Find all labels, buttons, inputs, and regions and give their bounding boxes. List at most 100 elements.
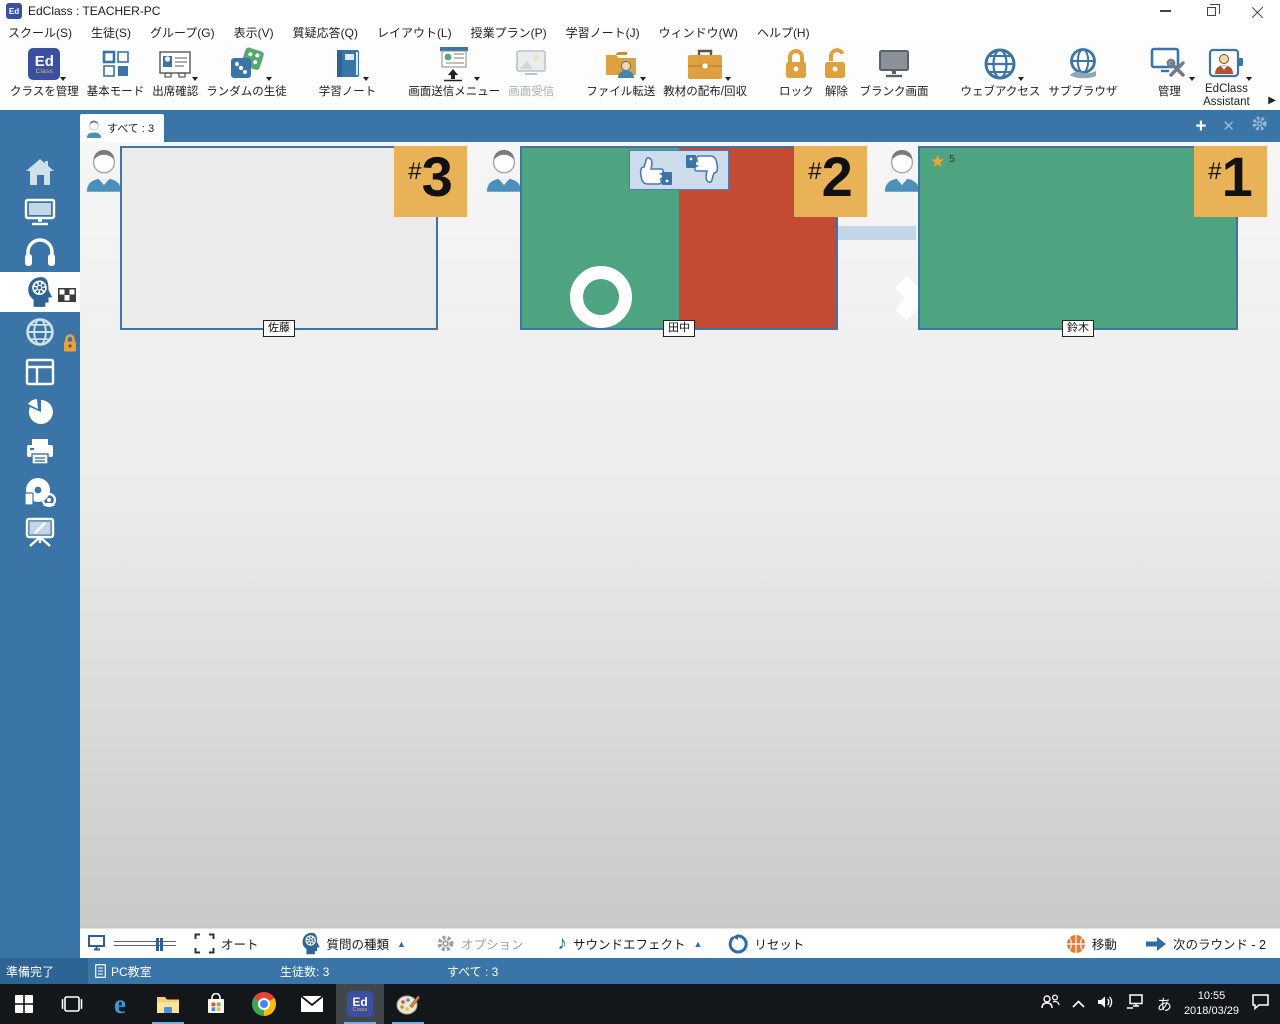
rank-badge: #1 <box>1194 146 1267 217</box>
clock-date: 2018/03/29 <box>1184 1004 1239 1019</box>
question-type-icon <box>301 932 321 955</box>
reset-button[interactable]: リセット <box>728 934 804 954</box>
sound-effects-button[interactable]: ♪ サウンドエフェクト ▲ <box>557 934 702 953</box>
thumbs-up-icon[interactable] <box>636 153 676 187</box>
title-bar: Ed EdClass : TEACHER-PC <box>0 0 1280 22</box>
volume-icon[interactable] <box>1097 995 1114 1014</box>
store-button[interactable] <box>192 984 240 1024</box>
sidebar-item-multimedia[interactable] <box>0 472 80 512</box>
sidebar-item-print[interactable] <box>0 432 80 472</box>
sidebar-item-audio[interactable] <box>0 232 80 272</box>
journal-book-icon <box>333 48 363 80</box>
store-icon <box>206 993 226 1015</box>
status-student-count: 生徒数: 3 <box>280 958 329 984</box>
ime-indicator[interactable]: あ <box>1157 994 1172 1015</box>
random-student-button[interactable]: ランダムの生徒 <box>202 45 291 99</box>
taskbar-clock[interactable]: 10:55 2018/03/29 <box>1184 989 1239 1019</box>
tray-expand-icon[interactable] <box>1072 995 1085 1013</box>
thumbnail-size-slider[interactable] <box>88 935 176 952</box>
sidebar-item-whiteboard[interactable] <box>0 512 80 552</box>
minimize-icon <box>1160 10 1171 12</box>
sub-browser-button[interactable]: サブブラウザ <box>1044 45 1121 99</box>
journal-button[interactable]: 学習ノート <box>315 45 381 99</box>
chrome-button[interactable] <box>240 984 288 1024</box>
network-icon[interactable] <box>1126 994 1145 1014</box>
dropdown-arrow-icon <box>640 77 646 81</box>
screen-send-menu-button[interactable]: 画面送信メニュー <box>404 45 504 99</box>
monitor-icon <box>24 198 56 226</box>
assistant-icon <box>1206 48 1246 80</box>
action-center-icon[interactable] <box>1251 993 1270 1015</box>
start-button[interactable] <box>0 984 48 1024</box>
file-explorer-button[interactable] <box>144 984 192 1024</box>
minimize-button[interactable] <box>1142 0 1188 22</box>
people-icon[interactable] <box>1041 994 1060 1014</box>
sidebar-item-question-response[interactable] <box>0 272 80 312</box>
file-transfer-button[interactable]: ファイル転送 <box>582 45 659 99</box>
menu-window[interactable]: ウィンドウ(W) <box>659 24 738 41</box>
paint-button[interactable] <box>384 984 432 1024</box>
star-icon: ★ <box>930 153 945 170</box>
toolbar-overflow-icon[interactable]: ▶ <box>1268 95 1276 106</box>
basic-mode-button[interactable]: 基本モード <box>83 45 149 99</box>
menu-layout[interactable]: レイアウト(L) <box>377 24 452 41</box>
blank-screen-button[interactable]: ブランク画面 <box>855 45 932 99</box>
student-thumbnails-area: #3 佐藤 <box>80 142 1280 928</box>
task-view-icon <box>61 996 83 1012</box>
edge-button[interactable]: e <box>96 984 144 1024</box>
tab-label: すべて : 3 <box>107 120 154 136</box>
options-gear-icon <box>436 934 455 953</box>
close-button[interactable] <box>1234 0 1280 22</box>
status-room: PC教室 <box>95 958 152 984</box>
restore-button[interactable] <box>1188 0 1234 22</box>
student-thumbnail-suzuki[interactable]: ★ 5 #1 鈴木 <box>918 146 1238 330</box>
sidebar-item-home[interactable] <box>0 152 80 192</box>
sidebar-item-survey[interactable] <box>0 392 80 432</box>
windows-taskbar: e <box>0 984 1280 1024</box>
task-view-button[interactable] <box>48 984 96 1024</box>
next-round-button[interactable]: 次のラウンド - 2 <box>1145 934 1266 953</box>
checkered-flag-badge <box>58 288 76 307</box>
attendance-button[interactable]: 出席確認 <box>148 45 202 99</box>
distribute-collect-button[interactable]: 教材の配布/回収 <box>659 45 751 99</box>
manage-class-button[interactable]: EdClass クラスを管理 <box>6 45 83 99</box>
sidebar-item-layout[interactable] <box>0 352 80 392</box>
add-tab-button[interactable]: + <box>1195 117 1206 136</box>
close-tab-button[interactable]: ✕ <box>1222 119 1235 134</box>
rank-badge: #2 <box>794 146 867 217</box>
menu-school[interactable]: スクール(S) <box>8 24 72 41</box>
menu-student[interactable]: 生徒(S) <box>91 24 131 41</box>
menu-group[interactable]: グループ(G) <box>150 24 215 41</box>
layout-window-icon <box>25 358 55 386</box>
tab-settings-button[interactable] <box>1251 115 1268 137</box>
thumbs-down-icon[interactable] <box>682 153 722 187</box>
sidebar-item-monitor[interactable] <box>0 192 80 232</box>
sidebar-item-web-control[interactable] <box>0 312 80 352</box>
menu-help[interactable]: ヘルプ(H) <box>757 24 810 41</box>
student-thumbnail-sato[interactable]: #3 佐藤 <box>120 146 438 330</box>
auto-frame-icon <box>194 933 215 954</box>
sub-browser-icon <box>1065 46 1101 82</box>
auto-layout-button[interactable]: オート <box>194 933 259 954</box>
slider-handle[interactable] <box>156 938 163 951</box>
menu-journal[interactable]: 学習ノート(J) <box>566 24 640 41</box>
web-access-button[interactable]: ウェブアクセス <box>956 45 1044 99</box>
tab-all-students[interactable]: すべて : 3 <box>80 114 164 142</box>
question-type-button[interactable]: 質問の種類 ▲ <box>301 932 406 955</box>
edclass-taskbar-button[interactable]: EdClass <box>336 984 384 1024</box>
menu-question-response[interactable]: 質疑応答(Q) <box>293 24 358 41</box>
lock-button[interactable]: ロック <box>775 45 818 99</box>
window-title: EdClass : TEACHER-PC <box>28 4 160 18</box>
mail-button[interactable] <box>288 984 336 1024</box>
dropdown-arrow-icon <box>363 77 369 81</box>
edclass-assistant-button[interactable]: EdClass Assistant <box>1193 45 1259 109</box>
menu-view[interactable]: 表示(V) <box>234 24 274 41</box>
move-button[interactable]: 移動 <box>1066 934 1117 954</box>
student-thumbnail-tanaka[interactable]: #2 田中 <box>520 146 838 330</box>
manage-button[interactable]: 管理 <box>1145 45 1193 99</box>
unlock-button[interactable]: 解除 <box>817 45 855 99</box>
slider-track[interactable] <box>114 941 176 946</box>
student-name-label: 鈴木 <box>1062 320 1094 337</box>
menu-lesson-plan[interactable]: 授業プラン(P) <box>471 24 547 41</box>
music-note-icon: ♪ <box>557 934 567 953</box>
